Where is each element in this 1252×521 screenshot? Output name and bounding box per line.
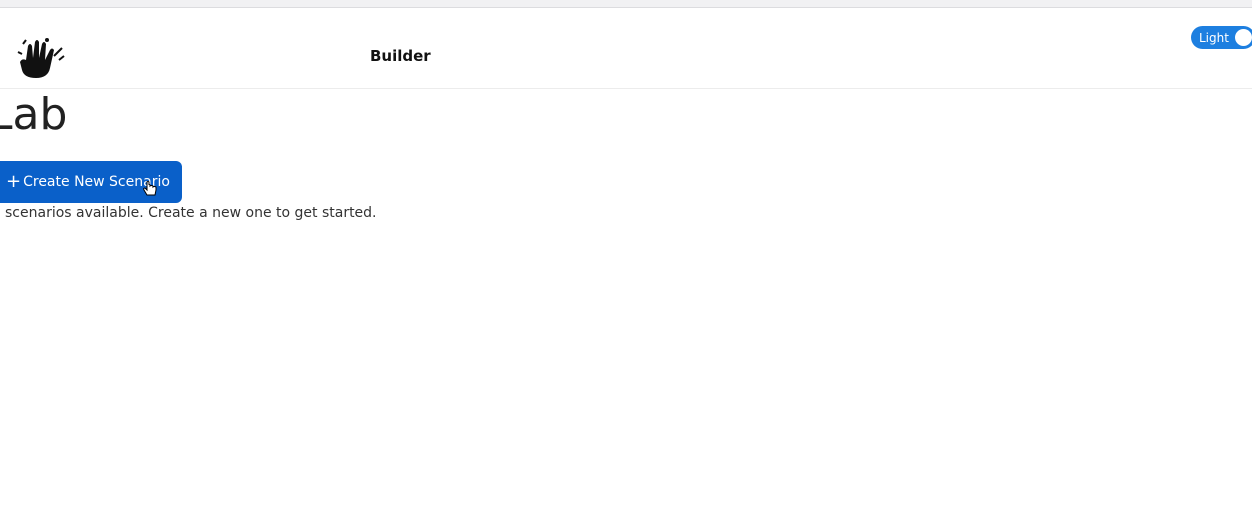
theme-toggle[interactable]: Light: [1191, 26, 1252, 49]
empty-state-message: o scenarios available. Create a new one …: [0, 205, 377, 221]
hand-cursor-icon: [142, 181, 158, 197]
nav-link-builder[interactable]: Builder: [370, 47, 431, 65]
plus-icon: +: [6, 171, 22, 192]
hand-logo-icon[interactable]: [14, 36, 66, 80]
theme-toggle-knob: [1235, 29, 1252, 46]
browser-top-strip: [0, 0, 1252, 8]
page-title: Lab: [0, 89, 68, 140]
app-header: Builder Light: [0, 8, 1252, 89]
theme-toggle-label: Light: [1199, 30, 1229, 45]
